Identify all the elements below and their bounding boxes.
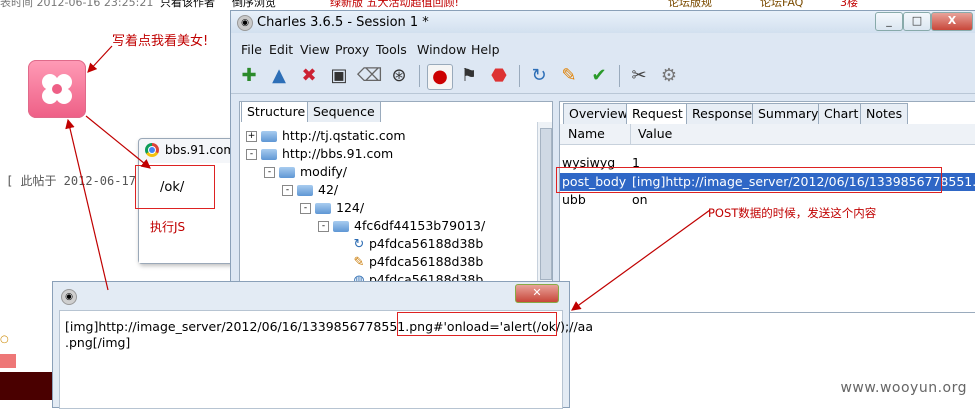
arrow-text-to-logo xyxy=(65,118,109,291)
annotation-arrows xyxy=(65,45,711,311)
arrow-logo-to-alert xyxy=(85,115,151,169)
arrow-post-to-payload xyxy=(571,209,711,311)
arrow-to-logo xyxy=(87,45,113,73)
